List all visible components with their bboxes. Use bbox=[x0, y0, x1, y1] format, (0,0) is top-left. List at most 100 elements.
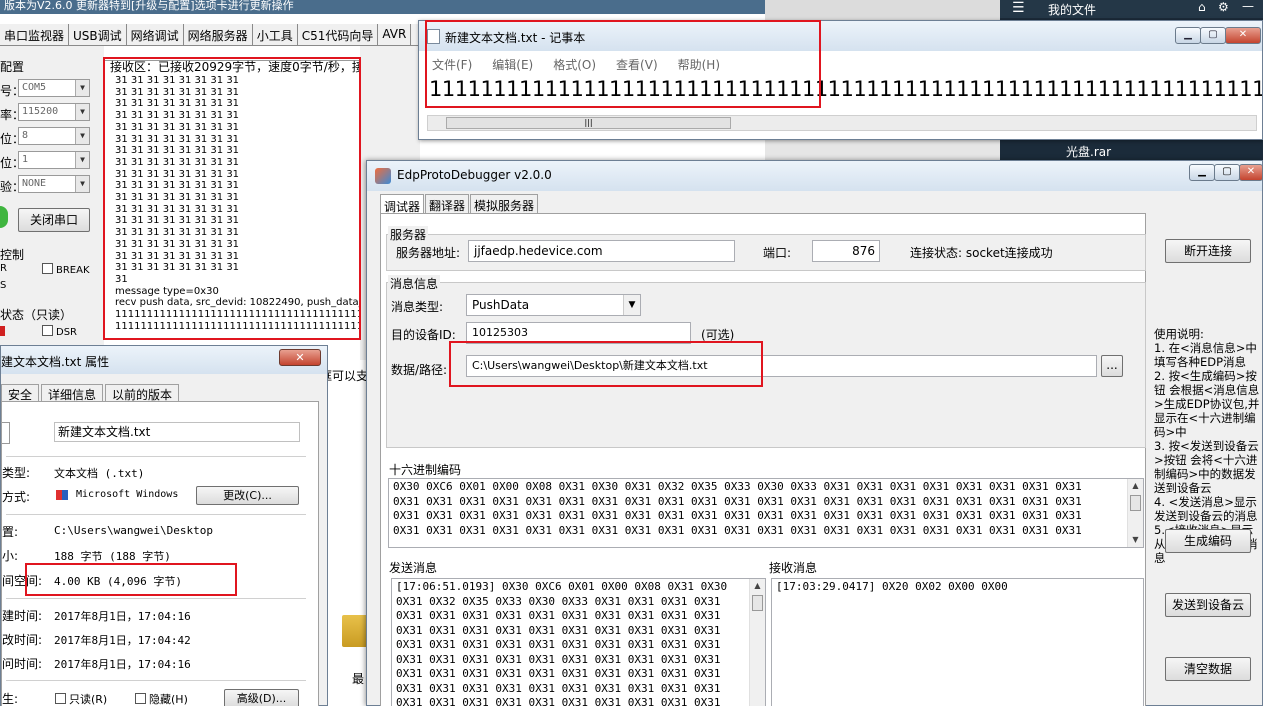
tab-c51-wizard[interactable]: C51代码向导 bbox=[298, 24, 379, 46]
recv-messages-text: [17:03:29.0417] 0X20 0X02 0X00 0X00 bbox=[776, 580, 1008, 593]
hex-encoding-label: 十六进制编码 bbox=[389, 463, 462, 477]
close-button[interactable]: ✕ bbox=[279, 349, 321, 366]
readonly-checkbox[interactable]: 只读(R) bbox=[55, 691, 107, 706]
size-on-disk-value: 4.00 KB (4,096 字节) bbox=[54, 575, 182, 588]
optional-label: (可选) bbox=[701, 328, 735, 342]
scroll-up-icon[interactable]: ▲ bbox=[750, 579, 765, 593]
menu-format[interactable]: 格式(O) bbox=[540, 53, 603, 73]
type-label: 类型: bbox=[2, 466, 31, 480]
separator bbox=[6, 456, 306, 457]
serial-tab-bar: 串口监视器 USB调试 网络调试 网络服务器 小工具 C51代码向导 AVR bbox=[0, 24, 420, 46]
menu-file[interactable]: 文件(F) bbox=[419, 53, 479, 73]
scroll-down-icon[interactable]: ▼ bbox=[1128, 533, 1143, 547]
chevron-down-icon: ▼ bbox=[75, 104, 89, 120]
serial-receive-area[interactable]: 31 31 31 31 31 31 31 31 31 31 31 31 31 3… bbox=[104, 60, 364, 340]
clear-data-button[interactable]: 清空数据 bbox=[1165, 657, 1251, 681]
hex-vertical-scrollbar[interactable]: ▲ ▼ bbox=[1127, 479, 1143, 547]
maximize-button[interactable]: ▢ bbox=[1200, 27, 1226, 44]
checkbox-icon bbox=[135, 693, 146, 704]
properties-dialog: 建文本文档.txt 属性 ✕ 安全 详细信息 以前的版本 新建文本文档.txt … bbox=[0, 345, 328, 706]
size-label: 小: bbox=[2, 549, 19, 563]
created-label: 建时间: bbox=[2, 609, 43, 623]
folder-icon[interactable] bbox=[342, 615, 368, 647]
recv-messages-textarea[interactable]: [17:03:29.0417] 0X20 0X02 0X00 0X00 bbox=[771, 578, 1144, 706]
separator bbox=[6, 680, 306, 681]
server-address-input[interactable]: jjfaedp.hedevice.com bbox=[468, 240, 735, 262]
menu-view[interactable]: 查看(V) bbox=[603, 53, 665, 73]
port-input[interactable]: 876 bbox=[812, 240, 880, 262]
stopbits-select[interactable]: 1 ▼ bbox=[18, 151, 90, 169]
scrollbar-thumb[interactable] bbox=[1130, 495, 1141, 511]
port-select[interactable]: COM5 ▼ bbox=[18, 79, 90, 97]
minimize-icon[interactable]: — bbox=[1242, 0, 1254, 13]
browse-button[interactable]: ... bbox=[1101, 355, 1123, 377]
data-path-input[interactable]: C:\Users\wangwei\Desktop\新建文本文档.txt bbox=[466, 355, 1097, 377]
tab-avr[interactable]: AVR bbox=[378, 24, 412, 46]
close-button[interactable]: ✕ bbox=[1239, 164, 1263, 181]
send-to-cloud-button[interactable]: 发送到设备云 bbox=[1165, 593, 1251, 617]
dest-device-input[interactable]: 10125303 bbox=[466, 322, 691, 344]
close-port-button[interactable]: 关闭串口 bbox=[18, 208, 90, 232]
chevron-down-icon: ▼ bbox=[75, 80, 89, 96]
change-button[interactable]: 更改(C)... bbox=[196, 486, 299, 505]
generate-encoding-button[interactable]: 生成编码 bbox=[1165, 529, 1251, 553]
scrollbar-thumb[interactable] bbox=[752, 595, 763, 611]
notepad-text-area[interactable]: 1111111111111111111111111111111111111111… bbox=[429, 77, 1262, 101]
opens-with-value: Microsoft Windows bbox=[76, 489, 179, 500]
settings-icon[interactable]: ⚙ bbox=[1218, 0, 1229, 14]
status-led-icon bbox=[0, 206, 8, 228]
edp-titlebar: EdpProtoDebugger v2.0.0 ▁ ▢ ✕ bbox=[367, 161, 1263, 191]
message-group-title: 消息信息 bbox=[388, 275, 441, 292]
send-vertical-scrollbar[interactable]: ▲ bbox=[749, 579, 765, 706]
status-readonly-label: 状态（只读） bbox=[0, 308, 73, 322]
config-label: 配置 bbox=[0, 60, 25, 74]
tab-serial-monitor[interactable]: 串口监视器 bbox=[0, 24, 70, 46]
menu-edit[interactable]: 编辑(E) bbox=[479, 53, 540, 73]
location-value: C:\Users\wangwei\Desktop bbox=[54, 524, 213, 537]
message-type-select[interactable]: PushData ▼ bbox=[466, 294, 641, 316]
break-label: BREAK bbox=[56, 265, 90, 276]
modified-value: 2017年8月1日，17:04:42 bbox=[54, 634, 191, 647]
send-messages-label: 发送消息 bbox=[389, 561, 438, 575]
properties-body: 新建文本文档.txt 类型: 文本文档 (.txt) 方式: Microsoft… bbox=[1, 401, 319, 706]
send-messages-textarea[interactable]: [17:06:51.0193] 0X30 0XC6 0X01 0X00 0X08… bbox=[391, 578, 766, 706]
minimize-button[interactable]: ▁ bbox=[1175, 27, 1201, 44]
break-checkbox[interactable]: BREAK bbox=[42, 263, 90, 276]
databits-select[interactable]: 8 ▼ bbox=[18, 127, 90, 145]
checkbox-icon bbox=[42, 263, 53, 274]
hidden-checkbox[interactable]: 隐藏(H) bbox=[135, 691, 188, 706]
filename-input[interactable]: 新建文本文档.txt bbox=[54, 422, 300, 442]
scroll-up-icon[interactable]: ▲ bbox=[1128, 479, 1143, 493]
app-icon bbox=[375, 168, 391, 184]
edp-title: EdpProtoDebugger v2.0.0 bbox=[397, 168, 552, 182]
menu-help[interactable]: 帮助(H) bbox=[665, 53, 727, 73]
disconnect-button[interactable]: 断开连接 bbox=[1165, 239, 1251, 263]
maximize-button[interactable]: ▢ bbox=[1214, 164, 1240, 181]
port-value: COM5 bbox=[22, 82, 47, 93]
recv-messages-label: 接收消息 bbox=[769, 561, 818, 575]
edp-debugger-window: EdpProtoDebugger v2.0.0 ▁ ▢ ✕ 调试器 翻译器 模拟… bbox=[366, 160, 1263, 706]
close-button[interactable]: ✕ bbox=[1225, 27, 1261, 44]
notepad-horizontal-scrollbar[interactable]: ||| bbox=[427, 115, 1257, 131]
chevron-down-icon: ▼ bbox=[75, 152, 89, 168]
scrollbar-thumb[interactable]: ||| bbox=[446, 117, 731, 129]
tab-usb-debug[interactable]: USB调试 bbox=[69, 24, 127, 46]
modified-label: 改时间: bbox=[2, 633, 43, 647]
debugger-panel: 服务器 服务器地址: jjfaedp.hedevice.com 端口: 876 … bbox=[380, 213, 1146, 706]
rar-file-label[interactable]: 光盘.rar bbox=[1066, 143, 1111, 160]
checkbox-icon bbox=[42, 325, 53, 336]
send-messages-text: [17:06:51.0193] 0X30 0XC6 0X01 0X00 0X08… bbox=[396, 580, 728, 706]
tab-tools[interactable]: 小工具 bbox=[253, 24, 298, 46]
menu-icon[interactable]: ☰ bbox=[1012, 0, 1025, 16]
connection-status: 连接状态: socket连接成功 bbox=[910, 246, 1053, 260]
tab-net-server[interactable]: 网络服务器 bbox=[184, 24, 253, 46]
tab-net-debug[interactable]: 网络调试 bbox=[127, 24, 184, 46]
home-icon[interactable]: ⌂ bbox=[1198, 0, 1206, 14]
hex-encoding-textarea[interactable]: 0X30 0XC6 0X01 0X00 0X08 0X31 0X30 0X31 … bbox=[388, 478, 1144, 548]
advanced-button[interactable]: 高级(D)... bbox=[224, 689, 299, 706]
parity-select[interactable]: NONE ▼ bbox=[18, 175, 90, 193]
minimize-button[interactable]: ▁ bbox=[1189, 164, 1215, 181]
properties-titlebar: 建文本文档.txt 属性 ✕ bbox=[1, 346, 327, 374]
baud-select[interactable]: 115200 ▼ bbox=[18, 103, 90, 121]
readonly-label: 只读(R) bbox=[69, 693, 108, 706]
